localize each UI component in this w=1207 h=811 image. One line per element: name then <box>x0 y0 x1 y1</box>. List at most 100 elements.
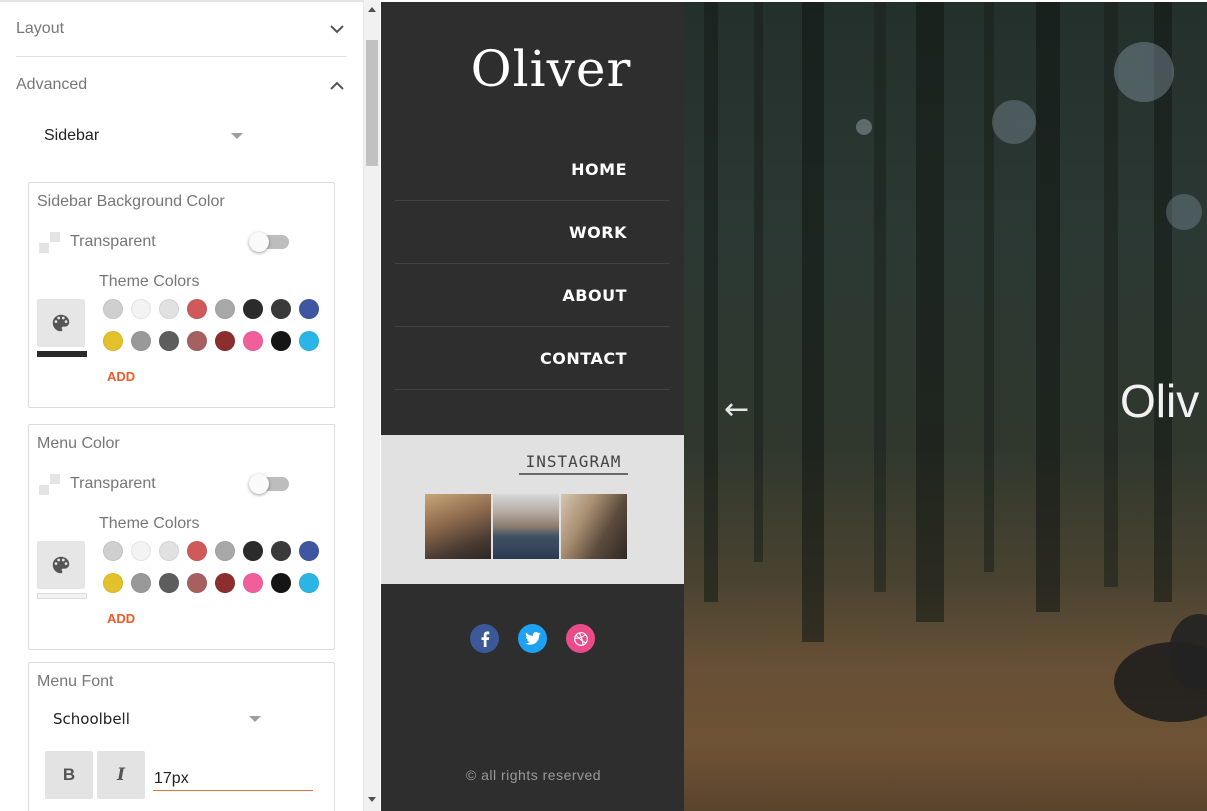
color-swatch[interactable] <box>131 331 151 351</box>
color-swatch[interactable] <box>299 299 319 319</box>
section-layout-label: Layout <box>16 20 65 37</box>
transparent-toggle[interactable] <box>249 474 289 494</box>
color-swatch[interactable] <box>243 299 263 319</box>
palette-icon <box>52 314 70 332</box>
menu-color-card: Menu Color Transparent Theme Colors ADD <box>28 424 335 650</box>
color-swatch[interactable] <box>103 299 123 319</box>
selected-color-preview <box>37 593 87 599</box>
section-divider <box>16 56 347 57</box>
transparent-toggle[interactable] <box>249 232 289 252</box>
app-root: Layout Advanced Sidebar Sidebar Backgrou… <box>0 0 1207 811</box>
twitter-icon[interactable] <box>518 624 547 653</box>
color-swatch[interactable] <box>187 573 207 593</box>
social-links <box>470 624 595 653</box>
advanced-section-select[interactable]: Sidebar <box>44 124 243 148</box>
dropdown-arrow-icon <box>249 716 261 722</box>
color-swatch[interactable] <box>271 331 291 351</box>
color-swatch[interactable] <box>131 299 151 319</box>
section-advanced-label: Advanced <box>16 76 88 93</box>
font-family-value: Schoolbell <box>53 710 130 728</box>
dropdown-arrow-icon <box>231 133 243 139</box>
selected-color-preview <box>37 351 87 357</box>
color-swatch[interactable] <box>215 299 235 319</box>
advanced-select-value: Sidebar <box>44 127 100 144</box>
color-swatch[interactable] <box>299 573 319 593</box>
instagram-title: INSTAGRAM <box>519 452 628 475</box>
color-swatch[interactable] <box>271 541 291 561</box>
color-swatch[interactable] <box>103 541 123 561</box>
card-title: Menu Color <box>37 435 120 452</box>
instagram-thumb[interactable] <box>493 494 559 559</box>
color-swatch[interactable] <box>215 541 235 561</box>
site-preview: Oliver HOME WORK ABOUT CONTACT INSTAGRAM <box>381 2 1207 811</box>
font-size-input[interactable] <box>153 767 313 791</box>
palette-icon <box>52 556 70 574</box>
instagram-thumb[interactable] <box>425 494 491 559</box>
scrollbar-thumb[interactable] <box>366 40 378 166</box>
sidebar-background-color-card: Sidebar Background Color Transparent The… <box>28 182 335 408</box>
settings-panel: Layout Advanced Sidebar Sidebar Backgrou… <box>0 0 363 811</box>
color-swatch[interactable] <box>131 541 151 561</box>
copyright-text: © all rights reserved <box>465 767 602 783</box>
card-title: Menu Font <box>37 673 114 690</box>
color-swatch[interactable] <box>187 541 207 561</box>
color-swatch[interactable] <box>103 573 123 593</box>
color-swatch[interactable] <box>243 541 263 561</box>
color-swatch[interactable] <box>271 573 291 593</box>
instagram-thumb[interactable] <box>561 494 627 559</box>
color-swatch[interactable] <box>159 299 179 319</box>
nav-contact[interactable]: CONTACT <box>395 327 670 390</box>
theme-color-swatches <box>103 299 327 351</box>
transparency-checker-icon <box>39 231 60 253</box>
section-advanced-header[interactable]: Advanced <box>16 58 347 112</box>
color-swatch[interactable] <box>243 573 263 593</box>
theme-colors-label: Theme Colors <box>99 273 200 290</box>
transparency-checker-icon <box>39 473 60 495</box>
add-color-button[interactable]: ADD <box>107 369 135 384</box>
color-swatch[interactable] <box>299 331 319 351</box>
nav-work[interactable]: WORK <box>395 201 670 264</box>
instagram-widget: INSTAGRAM <box>381 435 684 584</box>
color-swatch[interactable] <box>131 573 151 593</box>
theme-colors-label: Theme Colors <box>99 515 200 532</box>
color-picker-button[interactable] <box>37 299 85 347</box>
color-swatch[interactable] <box>159 331 179 351</box>
facebook-icon[interactable] <box>470 624 499 653</box>
color-swatch[interactable] <box>187 299 207 319</box>
scroll-up-arrow-icon[interactable] <box>368 7 376 12</box>
theme-color-swatches <box>103 541 327 593</box>
card-title: Sidebar Background Color <box>37 193 225 210</box>
site-sidebar: Oliver HOME WORK ABOUT CONTACT INSTAGRAM <box>381 2 684 811</box>
transparent-label: Transparent <box>70 233 156 250</box>
font-family-select[interactable]: Schoolbell <box>53 707 261 731</box>
toggle-knob <box>249 474 269 494</box>
toggle-knob <box>249 232 269 252</box>
chevron-up-icon <box>327 75 347 95</box>
site-logo[interactable]: Oliver <box>451 40 651 98</box>
color-swatch[interactable] <box>187 331 207 351</box>
prev-slide-arrow-icon[interactable]: ← <box>724 392 749 427</box>
nav-about[interactable]: ABOUT <box>395 264 670 327</box>
color-swatch[interactable] <box>243 331 263 351</box>
hero-title: Oliv <box>1120 375 1200 427</box>
menu-font-card: Menu Font Schoolbell B I <box>28 662 335 811</box>
color-swatch[interactable] <box>271 299 291 319</box>
color-swatch[interactable] <box>159 573 179 593</box>
color-swatch[interactable] <box>159 541 179 561</box>
color-swatch[interactable] <box>215 573 235 593</box>
scroll-down-arrow-icon[interactable] <box>368 797 376 802</box>
italic-button[interactable]: I <box>97 751 145 799</box>
dribbble-icon[interactable] <box>566 624 595 653</box>
nav-home[interactable]: HOME <box>395 138 670 201</box>
add-color-button[interactable]: ADD <box>107 611 135 626</box>
color-picker-button[interactable] <box>37 541 85 589</box>
chevron-down-icon <box>327 19 347 39</box>
color-swatch[interactable] <box>215 331 235 351</box>
panel-scrollbar[interactable] <box>363 0 380 811</box>
transparent-label: Transparent <box>70 475 156 492</box>
hero-slider: ← Oliv <box>684 2 1207 811</box>
bold-button[interactable]: B <box>45 751 93 799</box>
section-layout-header[interactable]: Layout <box>16 2 347 56</box>
color-swatch[interactable] <box>299 541 319 561</box>
color-swatch[interactable] <box>103 331 123 351</box>
